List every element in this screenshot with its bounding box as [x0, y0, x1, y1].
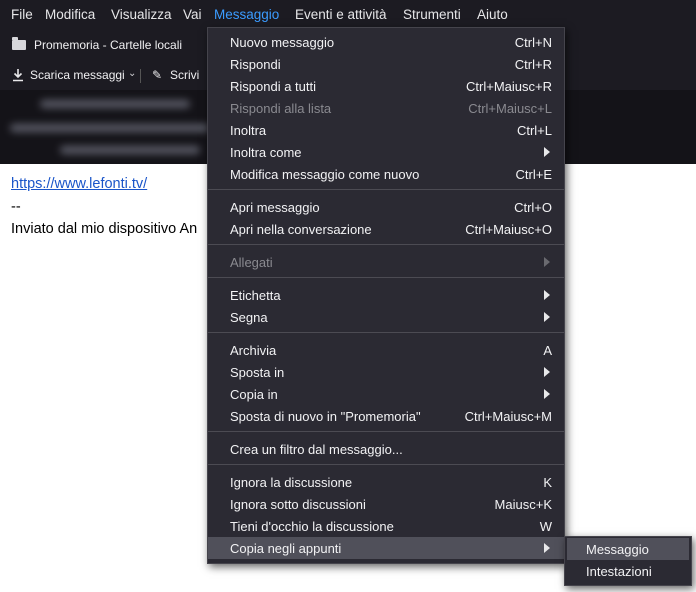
menu-item-rispondi-alla-lista: Rispondi alla lista Ctrl+Maiusc+L — [230, 101, 552, 116]
menu-file[interactable]: File — [11, 7, 33, 22]
menu-item-sposta-di-nuovo[interactable]: Sposta di nuovo in "Promemoria" Ctrl+Mai… — [208, 405, 564, 427]
body-link[interactable]: https://www.lefonti.tv/ — [11, 176, 147, 192]
menu-separator — [208, 244, 564, 245]
submenu-item-intestazioni[interactable]: Intestazioni — [567, 560, 689, 582]
submenu-arrow-icon — [544, 389, 550, 399]
menu-aiuto[interactable]: Aiuto — [477, 7, 508, 22]
folder-icon — [12, 37, 26, 50]
menu-item-crea-filtro[interactable]: Crea un filtro dal messaggio... — [208, 438, 564, 460]
menu-vai[interactable]: Vai — [183, 7, 202, 22]
menu-strumenti[interactable]: Strumenti — [403, 7, 461, 22]
submenu-item-messaggio[interactable]: Messaggio — [567, 538, 689, 560]
menu-item-etichetta[interactable]: Etichetta — [208, 284, 564, 306]
menu-item-apri-messaggio[interactable]: Apri messaggio Ctrl+O — [208, 196, 564, 218]
download-messages-button[interactable]: Scarica messaggi — [30, 68, 125, 82]
menu-item-nuovo-messaggio[interactable]: Nuovo messaggio Ctrl+N — [208, 31, 564, 53]
menu-item-copia-negli-appunti[interactable]: Copia negli appunti — [208, 537, 564, 559]
signature-text: Inviato dal mio dispositivo An — [11, 221, 198, 237]
menu-item-inoltra-come[interactable]: Inoltra come — [208, 141, 564, 163]
toolbar-divider — [140, 69, 141, 83]
submenu-arrow-icon — [544, 290, 550, 300]
menu-item-allegati: Allegati — [208, 251, 564, 273]
compose-button[interactable]: Scrivi — [170, 68, 199, 82]
menu-item-segna[interactable]: Segna — [208, 306, 564, 328]
menu-item-sposta-in[interactable]: Sposta in — [208, 361, 564, 383]
submenu-arrow-icon — [544, 543, 550, 553]
menu-separator — [208, 332, 564, 333]
menu-item-tieni-d-occhio[interactable]: Tieni d'occhio la discussione W — [208, 515, 564, 537]
menu-item-rispondi[interactable]: Rispondi Ctrl+R — [208, 53, 564, 75]
folder-label: Promemoria - Cartelle locali — [34, 38, 183, 52]
menu-separator — [208, 464, 564, 465]
submenu-arrow-icon — [544, 257, 550, 267]
submenu-arrow-icon — [544, 367, 550, 377]
pencil-icon[interactable]: ✎ — [152, 68, 162, 82]
menu-item-ignora-sotto-discussioni[interactable]: Ignora sotto discussioni Maiusc+K — [208, 493, 564, 515]
submenu-arrow-icon — [544, 147, 550, 157]
menu-separator — [208, 189, 564, 190]
chevron-down-icon[interactable]: ⌄ — [128, 68, 136, 79]
menu-bar: File Modifica Visualizza Vai Messaggio E… — [0, 0, 696, 30]
submenu-arrow-icon — [544, 312, 550, 322]
menu-item-inoltra[interactable]: Inoltra Ctrl+L — [208, 119, 564, 141]
copia-negli-appunti-submenu: Messaggio Intestazioni — [564, 536, 692, 586]
menu-item-rispondi-a-tutti[interactable]: Rispondi a tutti Ctrl+Maiusc+R — [208, 75, 564, 97]
menu-eventi[interactable]: Eventi e attività — [295, 7, 387, 22]
menu-messaggio[interactable]: Messaggio — [214, 7, 279, 22]
download-icon[interactable] — [12, 68, 24, 82]
menu-item-ignora-discussione[interactable]: Ignora la discussione K — [208, 471, 564, 493]
menu-item-modifica-come-nuovo[interactable]: Modifica messaggio come nuovo Ctrl+E — [208, 163, 564, 185]
menu-separator — [208, 277, 564, 278]
menu-item-apri-conversazione[interactable]: Apri nella conversazione Ctrl+Maiusc+O — [208, 218, 564, 240]
menu-visualizza[interactable]: Visualizza — [111, 7, 172, 22]
menu-separator — [208, 431, 564, 432]
menu-item-archivia[interactable]: Archivia A — [208, 339, 564, 361]
menu-modifica[interactable]: Modifica — [45, 7, 95, 22]
menu-item-copia-in[interactable]: Copia in — [208, 383, 564, 405]
messaggio-menu: Nuovo messaggio Ctrl+N Rispondi Ctrl+R R… — [207, 27, 565, 564]
signature-separator: -- — [11, 199, 21, 215]
